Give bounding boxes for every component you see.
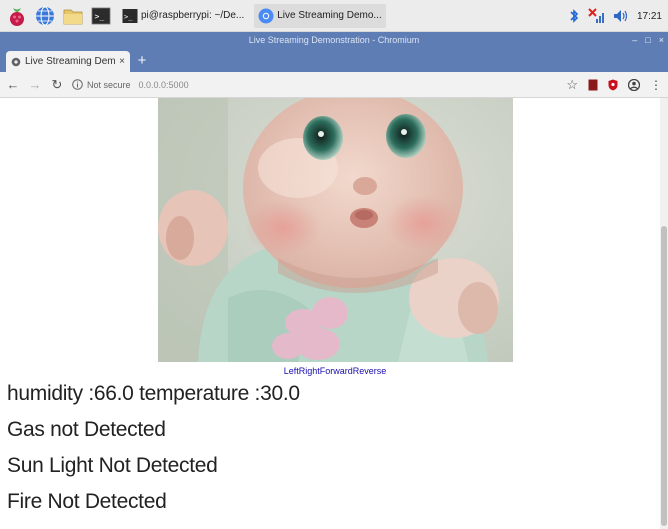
network-disconnected-icon[interactable]: [587, 7, 605, 25]
volume-icon[interactable]: [613, 9, 629, 23]
back-icon[interactable]: ←: [4, 76, 22, 94]
security-label: Not secure: [87, 79, 131, 90]
page-content: LeftRightForwardReverse humidity :66.0 t…: [0, 98, 660, 529]
link-reverse[interactable]: Reverse: [353, 366, 387, 376]
file-manager-icon[interactable]: [62, 5, 84, 27]
reload-icon[interactable]: ↻: [48, 76, 66, 94]
window-titlebar: Live Streaming Demonstration - Chromium …: [0, 32, 668, 48]
chromium-icon: [258, 8, 274, 23]
stream-frame-image: [158, 98, 513, 362]
sunlight-status: Sun Light Not Detected: [7, 454, 218, 477]
close-window-icon[interactable]: ×: [659, 35, 664, 45]
control-links: LeftRightForwardReverse: [0, 366, 668, 376]
menu-kebab-icon[interactable]: ⋮: [650, 78, 662, 92]
new-tab-button[interactable]: +: [133, 52, 151, 70]
browser-toolbar: ← → ↻ Not secure 0.0.0.0:5000 ☆ ⋮: [0, 72, 668, 98]
link-forward[interactable]: Forward: [320, 366, 353, 376]
scrollbar-thumb[interactable]: [661, 226, 667, 526]
terminal-launcher-icon[interactable]: >_: [90, 5, 112, 27]
globe-favicon-icon: [11, 57, 21, 66]
minimize-icon[interactable]: –: [632, 35, 637, 45]
address-bar[interactable]: Not secure 0.0.0.0:5000: [72, 79, 189, 90]
url-text[interactable]: 0.0.0.0:5000: [139, 80, 189, 90]
extension-shield-icon[interactable]: [608, 79, 618, 91]
tab-title: Live Streaming Demonst: [25, 56, 116, 67]
taskbar-task-chromium[interactable]: Live Streaming Demo...: [254, 3, 386, 28]
system-tray: 17:21: [569, 0, 662, 32]
taskbar-task-label: pi@raspberrypi: ~/De...: [141, 10, 245, 21]
info-icon[interactable]: [72, 79, 83, 90]
bookmark-star-icon[interactable]: ☆: [566, 77, 578, 93]
window-title: Live Streaming Demonstration - Chromium: [248, 35, 420, 45]
gas-status: Gas not Detected: [7, 418, 166, 441]
tab-close-icon[interactable]: ×: [119, 56, 125, 67]
link-right[interactable]: Right: [299, 366, 320, 376]
terminal-icon: >_: [122, 8, 138, 23]
profile-icon[interactable]: [628, 79, 640, 91]
forward-icon[interactable]: →: [26, 76, 44, 94]
svg-text:>_: >_: [124, 13, 133, 21]
taskbar-task-terminal[interactable]: >_ pi@raspberrypi: ~/De...: [118, 4, 248, 28]
system-taskbar: >_ >_ pi@raspberrypi: ~/De... Live Strea…: [0, 0, 668, 32]
tab-strip: Live Streaming Demonst × +: [0, 48, 668, 72]
humidity-temperature-reading: humidity :66.0 temperature :30.0: [7, 382, 300, 405]
page-scrollbar[interactable]: [660, 98, 668, 529]
svg-text:>_: >_: [95, 12, 105, 21]
link-left[interactable]: Left: [284, 366, 299, 376]
tab-live-streaming[interactable]: Live Streaming Demonst ×: [6, 51, 130, 72]
window-controls: – □ ×: [632, 32, 664, 48]
clock[interactable]: 17:21: [637, 11, 662, 22]
maximize-icon[interactable]: □: [645, 35, 650, 45]
taskbar-task-label: Live Streaming Demo...: [277, 10, 382, 21]
raspberry-menu-icon[interactable]: [6, 5, 28, 27]
video-stream: [158, 98, 513, 362]
bluetooth-icon[interactable]: [569, 8, 579, 24]
web-browser-icon[interactable]: [34, 5, 56, 27]
toolbar-actions: ☆ ⋮: [566, 76, 662, 94]
fire-status: Fire Not Detected: [7, 490, 167, 513]
extension-book-icon[interactable]: [588, 79, 598, 91]
